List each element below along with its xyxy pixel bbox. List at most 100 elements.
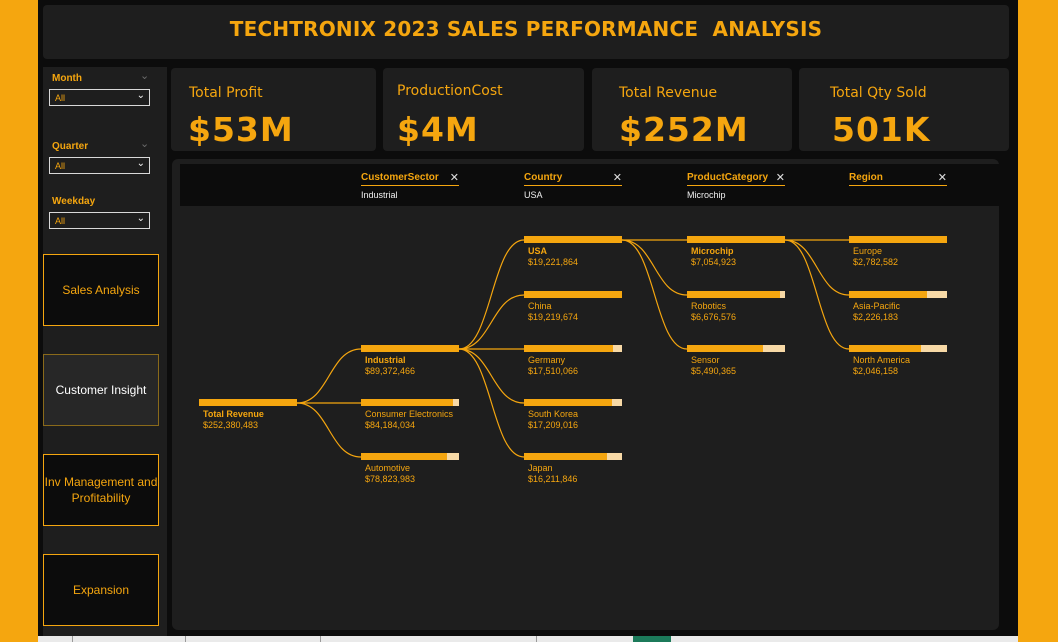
close-icon[interactable]: ✕ <box>938 171 947 184</box>
nav-button-label: Sales Analysis <box>62 283 140 297</box>
kpi-total-profit: Total Profit $53M <box>171 68 376 151</box>
level-selection: Industrial <box>361 190 398 200</box>
nav-sales-analysis-button[interactable]: Sales Analysis <box>43 254 159 326</box>
node-bar-track <box>524 291 622 298</box>
node-bar-fill <box>849 345 922 352</box>
level-title[interactable]: Region <box>849 172 883 183</box>
node-value: $19,219,674 <box>528 312 579 322</box>
month-dropdown-value: All <box>55 93 66 103</box>
node-value: $252,380,483 <box>203 420 259 430</box>
node-bar-track <box>524 399 622 406</box>
node-bar-track <box>524 453 622 460</box>
level-underline <box>524 185 622 186</box>
node-label: Sensor <box>691 355 720 365</box>
nav-customer-insight-button[interactable]: Customer Insight <box>43 354 159 426</box>
node-label: Microchip <box>691 246 734 256</box>
node-label: Germany <box>528 355 566 365</box>
node-bar-track <box>687 345 785 352</box>
node-bar-fill <box>687 345 764 352</box>
node-bar-track <box>849 236 947 243</box>
node-label: Total Revenue <box>203 409 264 419</box>
level-selection: Microchip <box>687 190 726 200</box>
node-label: Robotics <box>691 301 727 311</box>
node-bar-fill <box>524 291 622 298</box>
title-bar: TECHTRONIX 2023 SALES PERFORMANCE ANALYS… <box>43 5 1009 59</box>
node-value: $84,184,034 <box>365 420 416 430</box>
chevron-down-icon[interactable]: ⌄ <box>140 137 149 150</box>
node-label: USA <box>528 246 548 256</box>
slicer-panel: Month ⌄ All ⌄ Quarter ⌄ All ⌄ Weekday Al… <box>43 67 167 637</box>
quarter-dropdown[interactable]: All ⌄ <box>49 157 150 174</box>
node-bar-track <box>687 291 785 298</box>
node-label: China <box>528 301 552 311</box>
level-underline <box>849 185 947 186</box>
close-icon[interactable]: ✕ <box>450 171 459 184</box>
level-underline <box>687 185 785 186</box>
node-value: $17,510,066 <box>528 366 579 376</box>
node-bar-fill <box>524 236 622 243</box>
node-bar-fill <box>687 236 785 243</box>
weekday-dropdown[interactable]: All ⌄ <box>49 212 150 229</box>
tab-divider <box>72 636 73 642</box>
decomposition-tree <box>172 159 999 630</box>
node-value: $19,221,864 <box>528 257 579 267</box>
slicer-weekday-label: Weekday <box>52 196 96 207</box>
kpi-production-cost: ProductionCost $4M <box>383 68 584 151</box>
kpi-total-revenue: Total Revenue $252M <box>592 68 792 151</box>
node-label: Asia-Pacific <box>853 301 901 311</box>
node-bar-track <box>524 236 622 243</box>
kpi-label: Total Profit <box>189 85 263 101</box>
tab-divider <box>320 636 321 642</box>
level-title[interactable]: Country <box>524 172 562 183</box>
node-bar-track <box>849 291 947 298</box>
active-page-tab[interactable] <box>633 636 671 642</box>
node-bar-fill <box>687 291 780 298</box>
node-value: $2,046,158 <box>853 366 899 376</box>
node-label: North America <box>853 355 911 365</box>
node-bar-fill <box>524 453 607 460</box>
node-value: $16,211,846 <box>528 474 578 484</box>
node-bar-fill <box>849 236 947 243</box>
node-value: $7,054,923 <box>691 257 737 267</box>
node-bar-track <box>524 345 622 352</box>
nav-inventory-profitability-button[interactable]: Inv Management and Profitability <box>43 454 159 526</box>
node-bar-fill <box>849 291 928 298</box>
chevron-down-icon: ⌄ <box>136 213 145 224</box>
month-dropdown[interactable]: All ⌄ <box>49 89 150 106</box>
level-title[interactable]: CustomerSector <box>361 172 439 183</box>
node-value: $2,782,582 <box>853 257 899 267</box>
page-title: TECHTRONIX 2023 SALES PERFORMANCE ANALYS… <box>229 17 823 41</box>
chevron-down-icon: ⌄ <box>136 158 145 169</box>
node-value: $5,490,365 <box>691 366 737 376</box>
page-tab-strip <box>38 636 1018 642</box>
node-bar-fill <box>524 345 614 352</box>
node-label: Industrial <box>365 355 406 365</box>
node-bar-track <box>361 399 459 406</box>
node-bar-fill <box>199 399 297 406</box>
close-icon[interactable]: ✕ <box>776 171 785 184</box>
chevron-down-icon[interactable]: ⌄ <box>140 69 149 82</box>
node-bar-track <box>199 399 297 406</box>
kpi-value: 501K <box>832 110 931 149</box>
kpi-value: $252M <box>619 110 749 149</box>
kpi-value: $53M <box>188 110 294 149</box>
tab-divider <box>185 636 186 642</box>
nav-button-label: Customer Insight <box>55 383 147 397</box>
node-bar-track <box>687 236 785 243</box>
node-bar-fill <box>361 399 454 406</box>
slicer-quarter-label: Quarter <box>52 141 89 152</box>
node-value: $17,209,016 <box>528 420 579 430</box>
node-bar-track <box>849 345 947 352</box>
nav-button-label: Inv Management and Profitability <box>44 475 158 505</box>
kpi-value: $4M <box>397 110 479 149</box>
close-icon[interactable]: ✕ <box>613 171 622 184</box>
level-title[interactable]: ProductCategory <box>687 172 768 183</box>
node-label: Europe <box>853 246 883 256</box>
node-bar-fill <box>361 345 459 352</box>
node-label: Japan <box>528 463 553 473</box>
chevron-down-icon: ⌄ <box>136 90 145 101</box>
nav-expansion-button[interactable]: Expansion <box>43 554 159 626</box>
node-bar-fill <box>361 453 448 460</box>
nav-button-label: Expansion <box>72 583 130 597</box>
slicer-month-label: Month <box>52 73 82 84</box>
